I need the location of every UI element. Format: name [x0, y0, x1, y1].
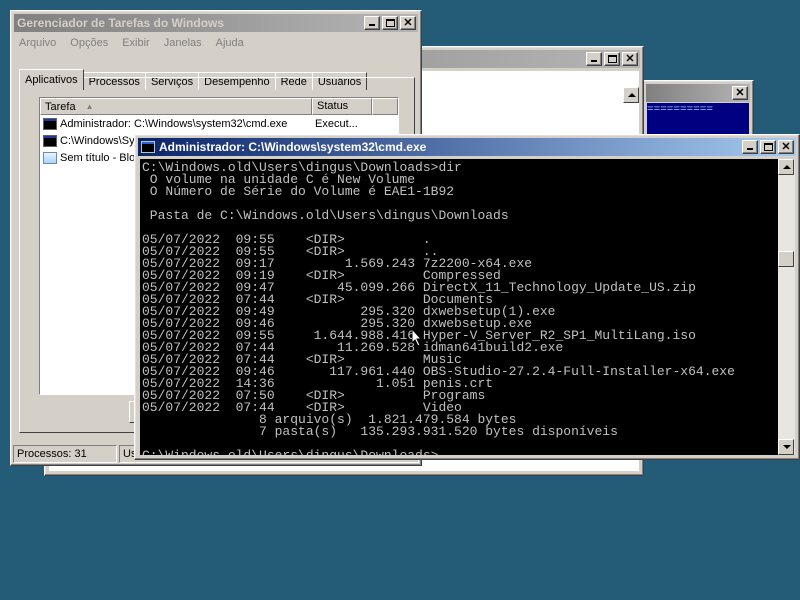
cmd-icon: [141, 141, 155, 153]
maximize-button[interactable]: [604, 52, 620, 66]
close-button[interactable]: ✕: [778, 140, 794, 154]
cmd-icon: [43, 134, 57, 147]
console-line: Pasta de C:\Windows.old\Users\dingus\Dow…: [142, 208, 509, 223]
scroll-down-button[interactable]: [778, 439, 794, 455]
minimize-icon: [747, 148, 753, 150]
task-list-header: Tarefa ▲ Status: [40, 98, 398, 115]
arrow-up-icon: [783, 165, 791, 169]
column-header-filler: [372, 98, 398, 115]
close-button[interactable]: ✕: [732, 86, 748, 100]
task-manager-titlebar[interactable]: Gerenciador de Tarefas do Windows ✕: [14, 14, 418, 32]
tab-aplicativos[interactable]: Aplicativos: [19, 69, 84, 90]
close-icon: ✕: [735, 87, 745, 99]
console-line: O Número de Série do Volume é EAE1-1B92: [142, 184, 455, 199]
close-button[interactable]: ✕: [622, 52, 638, 66]
cmd-titlebar[interactable]: Administrador: C:\Windows\system32\cmd.e…: [138, 138, 796, 156]
mouse-cursor-icon: [412, 329, 423, 347]
menu-exibir[interactable]: Exibir: [120, 35, 152, 51]
close-icon: ✕: [625, 53, 635, 65]
scroll-up-button[interactable]: [623, 87, 639, 103]
scroll-thumb[interactable]: [778, 251, 794, 267]
maximize-button[interactable]: [382, 16, 398, 30]
arrow-up-icon: [628, 93, 636, 97]
task-manager-title: Gerenciador de Tarefas do Windows: [17, 16, 225, 30]
column-header-status[interactable]: Status: [312, 98, 372, 115]
maximize-icon: [386, 19, 395, 27]
minimize-icon: [591, 60, 597, 62]
console-output[interactable]: C:\Windows.old\Users\dingus\Downloads>di…: [140, 159, 778, 455]
menu-opcoes[interactable]: Opções: [68, 35, 110, 51]
maximize-button[interactable]: [760, 140, 776, 154]
console-scrollbar[interactable]: [778, 159, 795, 455]
scroll-up-button[interactable]: [778, 159, 794, 175]
console-lines: C:\Windows.old\Users\dingus\Downloads>di…: [142, 161, 776, 455]
close-icon: ✕: [403, 17, 413, 29]
background-window-3-titlebar[interactable]: ✕: [646, 84, 750, 102]
cmd-icon: [43, 117, 57, 130]
minimize-button[interactable]: [364, 16, 380, 30]
close-button[interactable]: ✕: [400, 16, 416, 30]
maximize-icon: [608, 55, 617, 63]
menu-bar: Arquivo Opções Exibir Janelas Ajuda: [17, 35, 246, 51]
task-status: Execut...: [315, 117, 358, 130]
console-line: C:\Windows.old\Users\dingus\Downloads>: [142, 449, 776, 455]
cmd-title: Administrador: C:\Windows\system32\cmd.e…: [159, 140, 427, 154]
task-name: Administrador: C:\Windows\system32\cmd.e…: [60, 117, 288, 130]
sort-ascending-icon: ▲: [85, 102, 94, 111]
menu-ajuda[interactable]: Ajuda: [214, 35, 246, 51]
column-header-task-label: Tarefa: [45, 100, 76, 113]
column-header-task[interactable]: Tarefa ▲: [40, 98, 312, 115]
minimize-icon: [369, 24, 375, 26]
list-item[interactable]: Administrador: C:\Windows\system32\cmd.e…: [40, 115, 398, 132]
notepad-icon: [43, 151, 57, 164]
minimize-button[interactable]: [586, 52, 602, 66]
process-count: Processos: 31: [13, 445, 117, 463]
arrow-down-icon: [783, 445, 791, 449]
column-header-status-label: Status: [317, 100, 349, 112]
minimize-button[interactable]: [742, 140, 758, 154]
menu-arquivo[interactable]: Arquivo: [17, 35, 58, 51]
menu-janelas[interactable]: Janelas: [162, 35, 204, 51]
console-line: 7 pasta(s) 135.293.931.520 bytes disponí…: [142, 424, 618, 439]
cmd-window[interactable]: Administrador: C:\Windows\system32\cmd.e…: [134, 134, 800, 460]
maximize-icon: [764, 143, 773, 151]
close-icon: ✕: [781, 141, 791, 153]
